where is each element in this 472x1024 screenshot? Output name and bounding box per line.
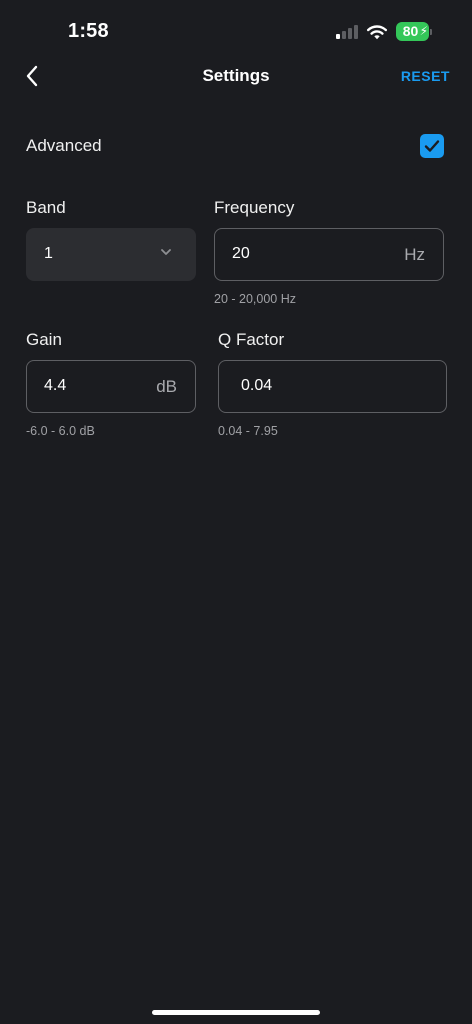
- advanced-row: Advanced: [26, 132, 444, 160]
- charging-bolt-icon: ⚡: [419, 24, 428, 38]
- frequency-range-hint: 20 - 20,000 Hz: [214, 292, 296, 306]
- reset-button[interactable]: RESET: [401, 68, 450, 84]
- q-factor-range-hint: 0.04 - 7.95: [218, 424, 278, 438]
- status-time: 1:58: [68, 20, 109, 42]
- frequency-unit: Hz: [404, 245, 425, 264]
- gain-unit: dB: [156, 377, 177, 396]
- frequency-label: Frequency: [214, 198, 295, 217]
- status-icons: 80 ⚡: [336, 22, 432, 41]
- battery-icon: 80 ⚡: [396, 22, 432, 41]
- frequency-input[interactable]: 20 Hz: [214, 228, 444, 281]
- frequency-value: 20: [232, 245, 250, 262]
- navigation-bar: Settings RESET: [0, 56, 472, 96]
- gain-input[interactable]: 4.4 dB: [26, 360, 196, 413]
- q-factor-value: 0.04: [241, 377, 273, 394]
- wifi-icon: [367, 24, 387, 39]
- gain-range-hint: -6.0 - 6.0 dB: [26, 424, 95, 438]
- advanced-checkbox[interactable]: [420, 134, 444, 158]
- cellular-signal-icon: [336, 24, 358, 39]
- status-bar: 1:58 80 ⚡: [0, 0, 472, 56]
- checkmark-icon: [424, 140, 440, 152]
- advanced-label: Advanced: [26, 136, 102, 155]
- chevron-down-icon: [161, 249, 171, 255]
- gain-value: 4.4: [44, 377, 67, 394]
- home-indicator[interactable]: [152, 1010, 320, 1015]
- band-value: 1: [44, 245, 53, 262]
- band-label: Band: [26, 198, 66, 217]
- battery-level: 80: [402, 23, 419, 39]
- q-factor-label: Q Factor: [218, 330, 285, 349]
- band-select[interactable]: 1: [26, 228, 196, 281]
- q-factor-input[interactable]: 0.04: [218, 360, 447, 413]
- gain-label: Gain: [26, 330, 62, 349]
